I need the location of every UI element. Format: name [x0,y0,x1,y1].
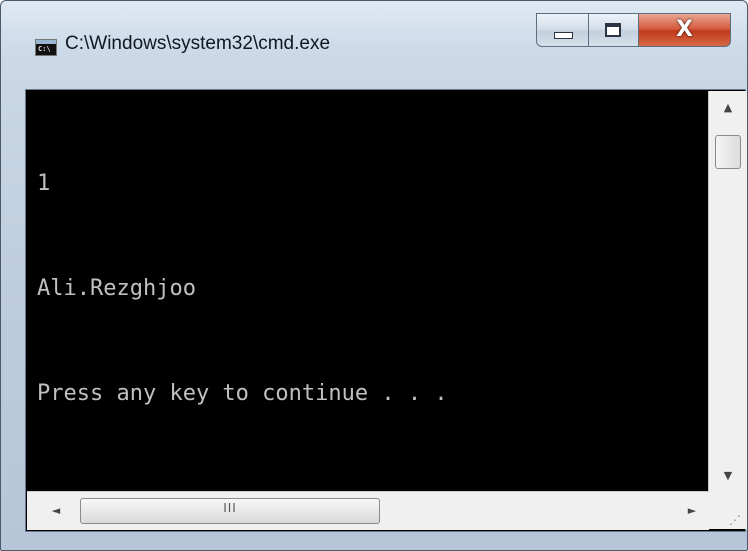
maximize-icon [605,23,621,37]
resize-grip-icon[interactable] [709,491,747,529]
scroll-thumb-grip-icon: III [223,501,237,515]
console-output[interactable]: 1 Ali.Rezghjoo Press any key to continue… [37,96,702,486]
console-area[interactable]: 1 Ali.Rezghjoo Press any key to continue… [25,89,747,532]
close-icon: X [676,17,693,42]
window-title: C:\Windows\system32\cmd.exe [65,33,331,54]
scroll-left-icon[interactable]: ◄ [39,492,73,530]
vertical-scrollbar[interactable]: ▲ ▼ [708,91,747,491]
console-line: Ali.Rezghjoo [37,276,196,301]
maximize-button[interactable] [589,13,639,47]
scroll-up-icon[interactable]: ▲ [709,93,747,123]
horizontal-scroll-thumb[interactable]: III [80,498,380,524]
scroll-right-icon[interactable]: ► [675,492,709,530]
console-line: 1 [37,171,51,196]
title-bar[interactable]: C:\ C:\Windows\system32\cmd.exe X [1,1,747,91]
window-controls: X [536,13,731,47]
scroll-down-icon[interactable]: ▼ [709,461,747,491]
minimize-button[interactable] [536,13,589,47]
console-line: Press any key to continue . . . [37,381,448,406]
minimize-icon [554,32,573,39]
vertical-scroll-thumb[interactable] [715,135,741,169]
cmd-window: C:\ C:\Windows\system32\cmd.exe X 1 Ali.… [0,0,748,551]
close-button[interactable]: X [639,13,731,47]
command-prompt-icon-label: C:\ [38,45,51,53]
command-prompt-icon[interactable]: C:\ [35,39,57,56]
horizontal-scrollbar[interactable]: ◄ III ► [27,491,709,530]
